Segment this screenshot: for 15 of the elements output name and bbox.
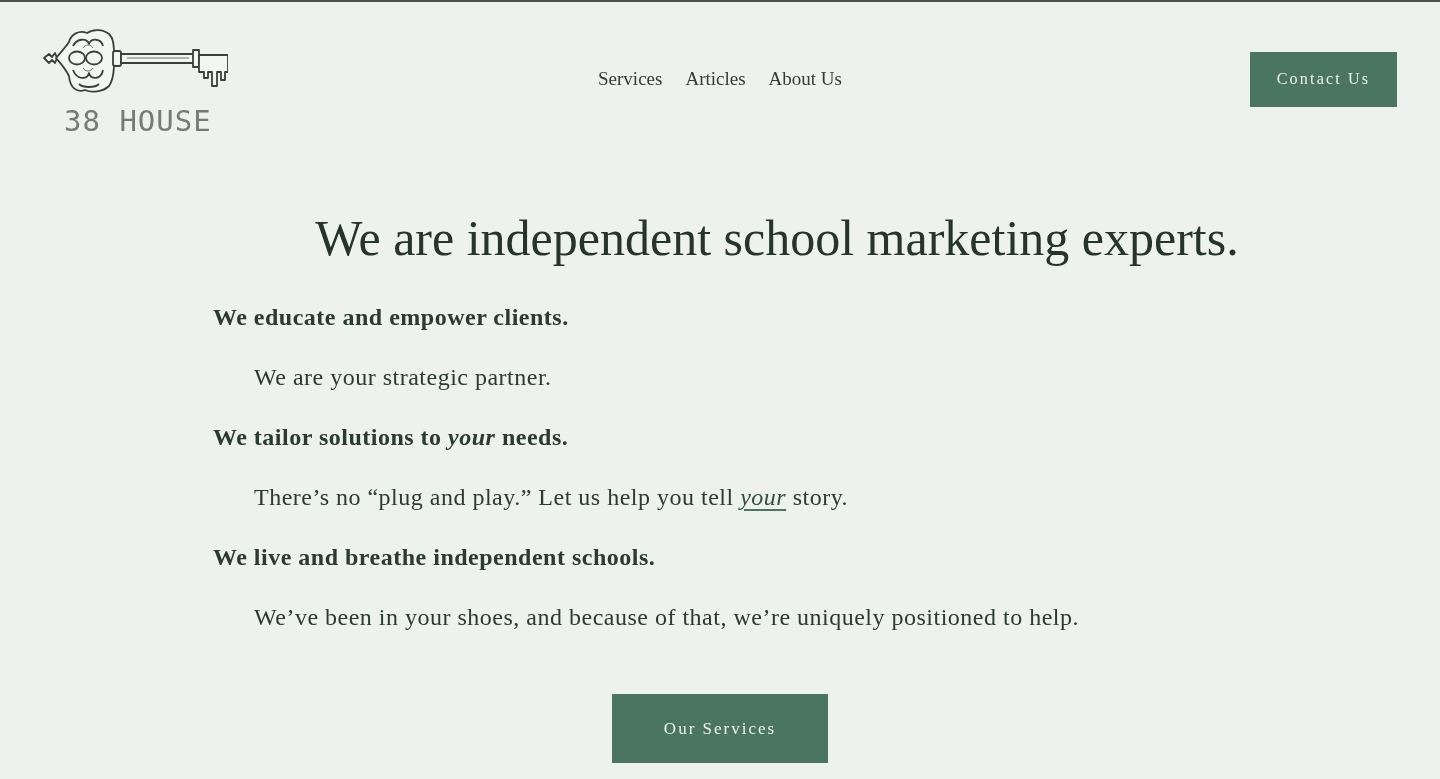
body-text: There’s no “plug and play.” Let us help you tell your story. — [254, 483, 849, 512]
statement-text: We tailor solutions to your needs. — [213, 423, 569, 452]
nav-link[interactable]: Articles — [685, 68, 746, 90]
logo-text: 38 HOUSE — [64, 106, 212, 136]
inline-link[interactable]: your — [740, 484, 787, 510]
statement-text: We educate and empower clients. — [213, 303, 569, 332]
headline: We are independent school marketing experts. — [314, 209, 1240, 268]
key-icon — [43, 28, 228, 95]
contact-button[interactable]: Contact Us — [1250, 51, 1397, 107]
nav-link[interactable]: Services — [598, 68, 663, 90]
body-text: We’ve been in your shoes, and because of that, we’re uniquely positioned to help. — [254, 603, 1079, 632]
nav-link[interactable]: About Us — [768, 68, 842, 90]
services-button[interactable]: Our Services — [612, 694, 828, 763]
statement-text: We live and breathe independent schools. — [213, 543, 656, 572]
body-text: We are your strategic partner. — [254, 363, 552, 392]
